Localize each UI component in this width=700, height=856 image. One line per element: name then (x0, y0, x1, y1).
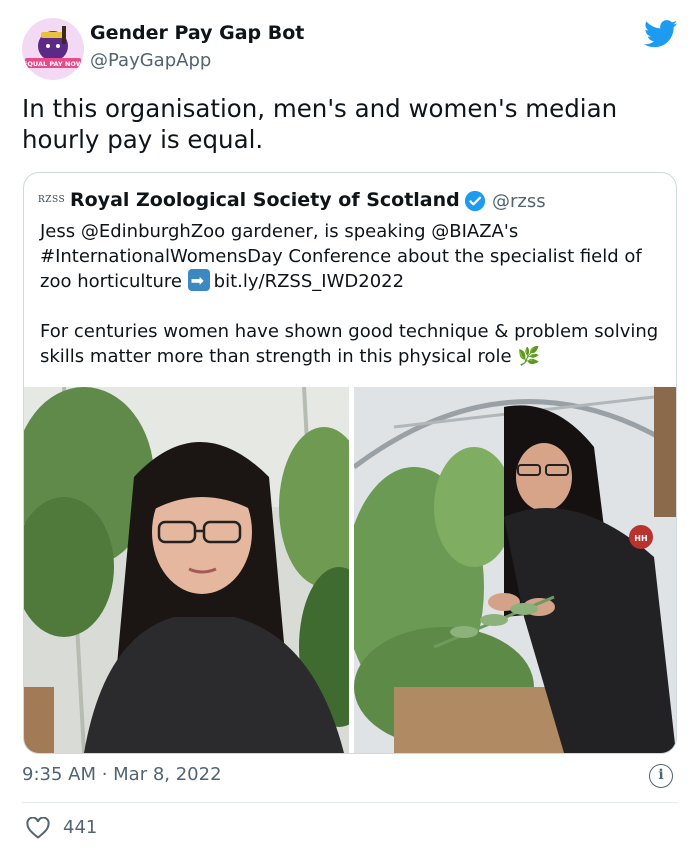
info-icon[interactable]: i (649, 764, 673, 788)
quoted-tweet[interactable]: RZSS Royal Zoological Society of Scotlan… (23, 172, 677, 754)
svg-text:HH: HH (634, 534, 647, 543)
divider (22, 802, 678, 803)
verified-badge-icon (464, 190, 486, 212)
tweet-timestamp[interactable]: 9:35 AM · Mar 8, 2022 (22, 764, 222, 785)
tweet-text: In this organisation, men's and women's … (22, 94, 618, 154)
tweet-card: EQUAL PAY NOW Gender Pay Gap Bot @PayGap… (0, 0, 700, 856)
quoted-author-name[interactable]: Royal Zoological Society of Scotland (70, 189, 460, 211)
twitter-bird-icon[interactable] (644, 20, 678, 48)
photo-gardening[interactable]: HH (354, 387, 676, 753)
quoted-author-handle[interactable]: @rzss (492, 191, 546, 212)
photo-portrait[interactable] (24, 387, 349, 753)
like-count: 441 (63, 817, 98, 838)
quoted-text-line2: For centuries women have shown good tech… (40, 321, 659, 367)
right-arrow-icon (187, 268, 210, 293)
author-handle[interactable]: @PayGapApp (90, 50, 211, 71)
heart-icon[interactable] (26, 817, 50, 839)
quoted-link[interactable]: bit.ly/RZSS_IWD2022 (214, 271, 404, 292)
author-avatar[interactable]: EQUAL PAY NOW (22, 18, 84, 80)
quoted-logo: RZSS (38, 195, 66, 205)
herb-icon: 🌿 (517, 346, 541, 367)
author-name[interactable]: Gender Pay Gap Bot (90, 22, 304, 44)
avatar-caption: EQUAL PAY NOW (23, 60, 83, 68)
quoted-text: Jess @EdinburghZoo gardener, is speaking… (40, 219, 670, 369)
